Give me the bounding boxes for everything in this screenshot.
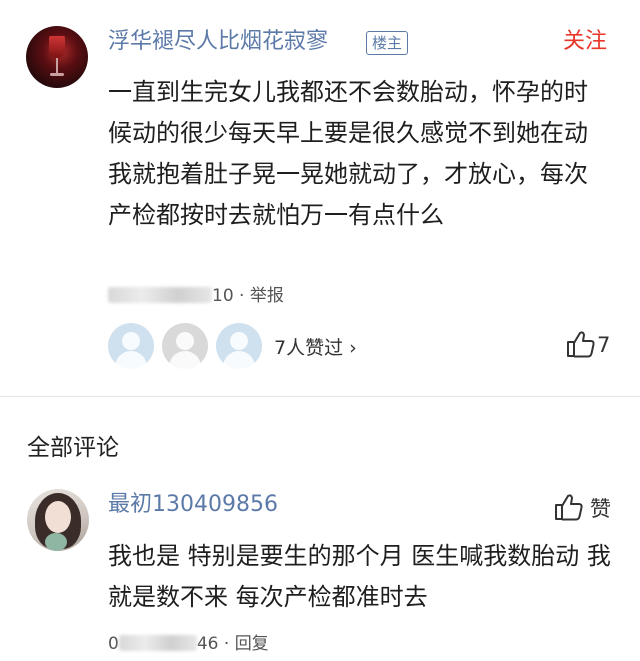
flower-icon <box>45 533 67 551</box>
like-count: 7 <box>597 333 611 357</box>
commenter-avatar[interactable] <box>27 489 89 551</box>
poster-username[interactable]: 浮华褪尽人比烟花寂寥 <box>108 28 328 56</box>
default-avatar-icon <box>122 332 140 350</box>
liker-avatar[interactable] <box>162 323 208 369</box>
comment-time-tail: 46 <box>196 634 219 654</box>
comments-section-title: 全部评论 <box>27 435 119 461</box>
post-body: 一直到生完女儿我都还不会数胎动，怀孕的时候动的很少每天早上要是很久感觉不到她在动… <box>108 78 588 229</box>
follow-button[interactable]: 关注 <box>563 27 607 57</box>
post-time-tail: 10 <box>212 286 234 306</box>
section-divider <box>0 396 640 397</box>
likers-link[interactable]: 7人赞过 › <box>274 333 357 360</box>
thumbs-up-icon-svg <box>555 494 583 521</box>
comment-body: 我也是 特别是要生的那个月 医生喊我数胎动 我就是数不来 每次产检都准时去 <box>108 542 611 611</box>
meta-separator: · <box>223 634 230 654</box>
op-badge: 楼主 <box>366 31 409 55</box>
post-meta: 10 · 举报 <box>108 285 284 307</box>
comment-meta: 0 46 · 回复 <box>108 633 269 655</box>
blurred-timestamp <box>118 635 197 651</box>
report-link[interactable]: 举报 <box>250 286 284 306</box>
like-button-label[interactable]: 赞 <box>590 493 611 523</box>
blurred-timestamp <box>108 287 212 303</box>
thumbs-up-icon[interactable] <box>566 330 596 362</box>
comment-time-head: 0 <box>108 634 119 654</box>
thumbs-up-icon-svg <box>567 331 595 358</box>
commenter-username[interactable]: 最初130409856 <box>108 491 278 519</box>
liker-avatar[interactable] <box>108 323 154 369</box>
wine-glass-icon <box>49 36 65 58</box>
poster-avatar[interactable] <box>26 26 88 88</box>
meta-separator: · <box>239 286 245 306</box>
default-avatar-icon <box>230 332 248 350</box>
liker-avatar[interactable] <box>216 323 262 369</box>
reply-link[interactable]: 回复 <box>235 634 269 654</box>
default-avatar-icon <box>176 332 194 350</box>
thumbs-up-icon[interactable] <box>554 493 584 525</box>
